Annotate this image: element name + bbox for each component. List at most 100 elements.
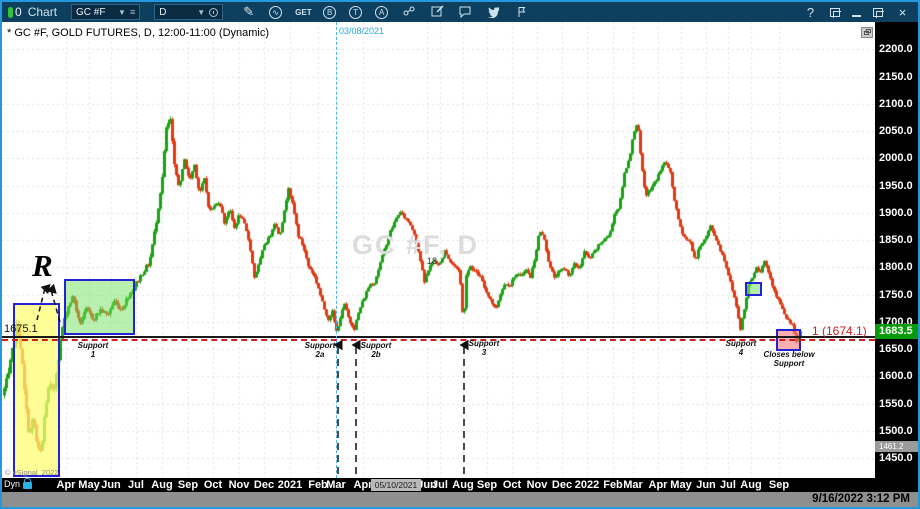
alert-a-icon[interactable]: A xyxy=(375,6,388,19)
retest-zone-box[interactable] xyxy=(745,282,762,296)
cursor-date-bottom: 05/10/2021 xyxy=(371,479,421,491)
price-axis[interactable]: 2200.0 2150.0 2100.0 2050.0 2000.0 1950.0 1900… xyxy=(875,22,918,478)
time-tick-label: 2021 xyxy=(278,479,302,491)
interval-value: D xyxy=(159,7,193,18)
time-tick-label: Dec xyxy=(254,479,274,491)
tool-t-icon[interactable]: T xyxy=(349,6,362,19)
price-tick-label: 2050.0 xyxy=(879,125,913,137)
app-title: Chart xyxy=(28,5,57,19)
chat-bubble-icon[interactable] xyxy=(457,4,472,21)
interval-history-icon[interactable] xyxy=(209,8,218,17)
compose-note-icon[interactable] xyxy=(429,4,444,21)
last-price-badge: 1683.5 xyxy=(875,324,918,339)
low-marker-badge: 1461.2 xyxy=(875,441,918,452)
symbol-menu-icon[interactable]: ≡ xyxy=(130,7,135,17)
chevron-down-icon[interactable]: ▼ xyxy=(197,8,205,17)
time-tick-label: May xyxy=(78,479,99,491)
time-tick-label: Mar xyxy=(326,479,346,491)
time-tick-label: Apr xyxy=(649,479,668,491)
interval-dropdown[interactable]: D ▼ xyxy=(154,4,223,20)
link-icon[interactable] xyxy=(401,4,416,21)
window-border xyxy=(0,0,2,509)
time-tick-label: Nov xyxy=(527,479,548,491)
facebook-flag-icon[interactable] xyxy=(513,4,528,21)
time-tick-label: Jul xyxy=(720,479,736,491)
restore-button[interactable] xyxy=(873,8,883,17)
time-tick-label: Feb xyxy=(308,479,328,491)
bar-type-b-icon[interactable]: B xyxy=(323,6,336,19)
support-3-label[interactable]: Support 3 xyxy=(466,339,502,357)
support-2a-label[interactable]: Support 2a xyxy=(302,341,338,359)
price-tick-label: 2200.0 xyxy=(879,43,913,55)
link-group-indicator[interactable]: 0 xyxy=(8,5,22,19)
price-tick-label: 1900.0 xyxy=(879,207,913,219)
cursor-date-top: 03/08/2021 xyxy=(339,26,384,36)
lock-icon xyxy=(23,482,32,489)
chart-title: * GC #F, GOLD FUTURES, D, 12:00-11:00 (D… xyxy=(7,27,269,39)
symbol-dropdown[interactable]: GC #F ▼ ≡ xyxy=(71,4,140,20)
indicator-wave-icon[interactable]: ∿ xyxy=(269,6,282,19)
closes-below-support-label[interactable]: Closes below Support xyxy=(756,350,822,368)
price-tick-label: 1600.0 xyxy=(879,370,913,382)
time-tick-label: May xyxy=(670,479,691,491)
time-tick-label: Aug xyxy=(740,479,761,491)
time-tick-label: Jul xyxy=(432,479,448,491)
time-tick-label: Sep xyxy=(178,479,198,491)
resistance-r-label[interactable]: R xyxy=(32,248,53,284)
time-tick-label: Sep xyxy=(769,479,789,491)
time-axis[interactable]: Dyn 05/10/2021 AprMayJunJulAugSepOctNovD… xyxy=(2,478,918,492)
time-tick-label: 2022 xyxy=(575,479,599,491)
price-tick-label: 2100.0 xyxy=(879,98,913,110)
time-tick-label: Aug xyxy=(452,479,473,491)
window-border xyxy=(0,0,920,2)
price-tick-label: 1650.0 xyxy=(879,343,913,355)
price-tick-label: 1850.0 xyxy=(879,234,913,246)
chart-window: 0 Chart GC #F ▼ ≡ D ▼ ✎ ∿ GET B T A xyxy=(0,0,920,509)
minimize-button[interactable] xyxy=(852,15,861,17)
link-group-icon xyxy=(8,7,13,18)
partial-price-label: 18 xyxy=(427,256,437,266)
price-tick-label: 1500.0 xyxy=(879,425,913,437)
panel-layout-icon[interactable] xyxy=(830,8,840,17)
support-base-zone-box[interactable] xyxy=(64,279,135,335)
help-button[interactable]: ? xyxy=(803,5,818,20)
time-tick-label: Jul xyxy=(128,479,144,491)
time-tick-label: Dec xyxy=(552,479,572,491)
time-tick-label: Aug xyxy=(151,479,172,491)
link-group-number: 0 xyxy=(15,5,22,19)
price-tick-label: 2150.0 xyxy=(879,71,913,83)
chart-restore-icon[interactable] xyxy=(861,27,873,38)
time-tick-label: Apr xyxy=(57,479,76,491)
support-1-label[interactable]: Support 1 xyxy=(70,341,116,359)
price-tick-label: 1750.0 xyxy=(879,289,913,301)
close-button[interactable]: × xyxy=(895,5,910,20)
twitter-icon[interactable] xyxy=(485,4,500,21)
support-trendline[interactable] xyxy=(2,336,875,338)
time-tick-label: Oct xyxy=(503,479,521,491)
time-tick-label: Apr xyxy=(354,479,373,491)
price-tick-label: 2000.0 xyxy=(879,152,913,164)
get-data-button[interactable]: GET xyxy=(295,8,310,17)
chart-watermark: GC #F, D xyxy=(352,230,479,261)
draw-pencil-icon[interactable]: ✎ xyxy=(241,4,256,20)
dynamic-session-toggle[interactable]: Dyn xyxy=(4,479,32,489)
price-tick-label: 1800.0 xyxy=(879,261,913,273)
cursor-vertical-line xyxy=(336,22,337,478)
symbol-value: GC #F xyxy=(76,7,114,18)
support-price-label: 1675.1 xyxy=(4,323,38,335)
price-tick-label: 1450.0 xyxy=(879,452,913,464)
time-tick-label: Nov xyxy=(229,479,250,491)
time-tick-label: Oct xyxy=(204,479,222,491)
support-2b-label[interactable]: Support 2b xyxy=(358,341,394,359)
chevron-down-icon[interactable]: ▼ xyxy=(118,8,126,17)
time-tick-label: Sep xyxy=(477,479,497,491)
clock-timestamp: 9/16/2022 3:12 PM xyxy=(812,493,910,505)
price-tick-label: 1550.0 xyxy=(879,398,913,410)
time-tick-label: Jun xyxy=(696,479,716,491)
time-tick-label: Feb xyxy=(603,479,623,491)
alert-price-label: 1 (1674.1) xyxy=(812,324,867,338)
toolbar: 0 Chart GC #F ▼ ≡ D ▼ ✎ ∿ GET B T A xyxy=(2,2,918,22)
status-bar: 9/16/2022 3:12 PM xyxy=(0,492,920,507)
time-tick-label: Mar xyxy=(623,479,643,491)
price-tick-label: 1950.0 xyxy=(879,180,913,192)
